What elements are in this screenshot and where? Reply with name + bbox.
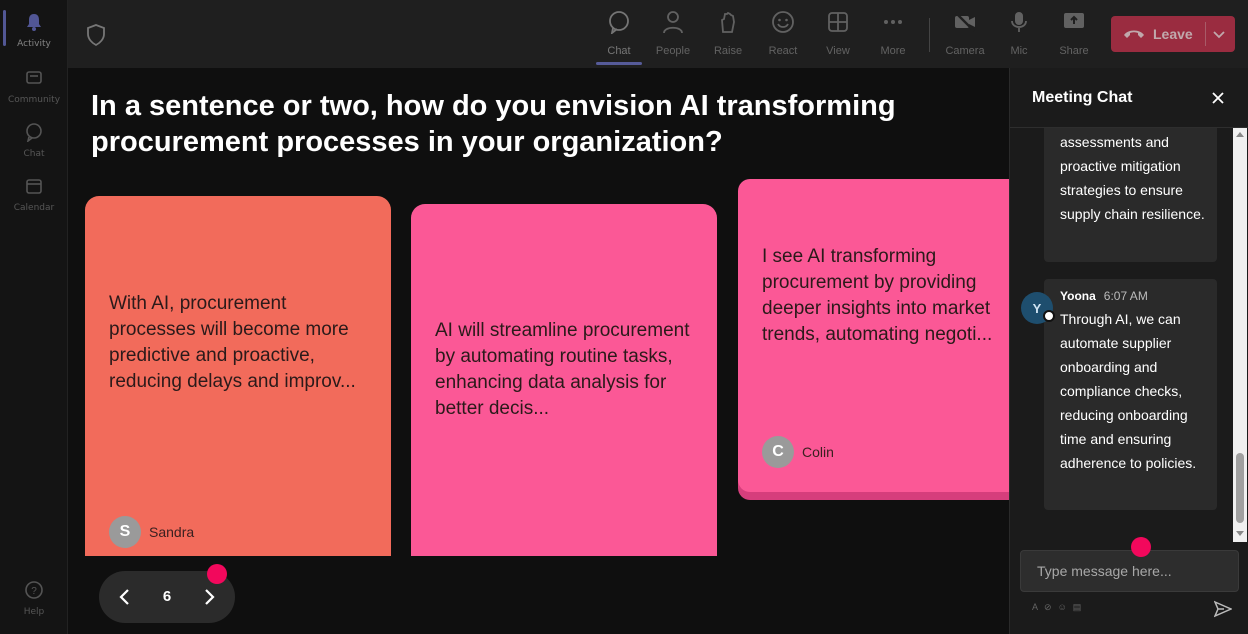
toolbar-label: React	[768, 45, 798, 57]
message-meta: Yoona 6:07 AM	[1060, 289, 1148, 303]
close-icon[interactable]	[1210, 90, 1226, 106]
toolbar-share-button[interactable]: Share	[1049, 10, 1099, 62]
leave-divider	[1205, 22, 1206, 46]
attach-icon[interactable]: ⊘	[1044, 602, 1052, 613]
response-card[interactable]: AI will streamline procurement by automa…	[411, 204, 717, 556]
meeting-chat-panel: Meeting Chat assessments and proactive m…	[1009, 68, 1248, 634]
presentation-stage: In a sentence or two, how do you envisio…	[68, 68, 1009, 634]
camera-off-icon	[955, 12, 975, 32]
rail-item-label: Community	[7, 95, 61, 105]
microphone-icon	[1011, 12, 1027, 32]
highlight-dot	[207, 564, 227, 584]
highlight-dot	[1131, 537, 1151, 557]
svg-text:?: ?	[31, 586, 37, 597]
avatar: S	[109, 516, 141, 548]
toolbar-label: View	[826, 45, 850, 57]
toolbar-react-button[interactable]: React	[758, 10, 808, 62]
toolbar-label: Raise	[713, 45, 743, 57]
chat-icon	[26, 123, 42, 143]
response-author: C Colin	[762, 436, 834, 468]
active-tab-indicator	[596, 62, 642, 65]
response-text: I see AI transforming procurement by pro…	[762, 246, 993, 345]
chat-message-list[interactable]: assessments and proactive mitigation str…	[1010, 128, 1248, 542]
format-icon[interactable]: A	[1032, 602, 1038, 613]
formatting-toolbar: A ⊘ ☺ ▤	[1032, 602, 1081, 613]
toolbar-label: More	[880, 45, 906, 57]
scroll-up-arrow-icon[interactable]	[1236, 132, 1244, 137]
message-text: assessments and proactive mitigation str…	[1060, 134, 1205, 222]
help-icon: ?	[25, 581, 43, 599]
question-title: In a sentence or two, how do you envisio…	[91, 90, 896, 158]
message-author: Yoona	[1060, 289, 1096, 303]
chat-scrollbar[interactable]	[1233, 128, 1247, 542]
toolbar-chat-button[interactable]: Chat	[594, 10, 644, 62]
shield-icon[interactable]	[86, 24, 106, 46]
rail-item-community[interactable]: Community	[0, 68, 68, 105]
raise-hand-icon	[721, 11, 735, 33]
calendar-icon	[26, 179, 42, 194]
toolbar-camera-button[interactable]: Camera	[940, 10, 990, 62]
meeting-toolbar: Chat People Raise React View More Camera…	[68, 0, 1248, 68]
scroll-down-arrow-icon[interactable]	[1236, 531, 1244, 536]
chat-icon	[609, 11, 629, 36]
toolbar-label: Camera	[945, 45, 985, 57]
chat-title: Meeting Chat	[1032, 89, 1133, 106]
chat-message-input[interactable]	[1020, 550, 1239, 592]
toolbar-view-button[interactable]: View	[813, 10, 863, 62]
response-text: With AI, procurement processes will beco…	[109, 293, 356, 392]
smiley-icon	[772, 11, 794, 33]
leave-button[interactable]: Leave	[1111, 16, 1235, 52]
toolbar-people-button[interactable]: People	[648, 10, 698, 62]
scrollbar-thumb[interactable]	[1236, 453, 1244, 523]
grid-view-icon	[828, 12, 848, 32]
toolbar-divider	[929, 18, 930, 52]
toolbar-raise-button[interactable]: Raise	[703, 10, 753, 62]
leave-label: Leave	[1153, 26, 1193, 42]
send-icon[interactable]	[1214, 600, 1232, 618]
emoji-icon[interactable]: ☺	[1058, 602, 1067, 613]
toolbar-label: Share	[1059, 45, 1089, 57]
response-author: S Sandra	[109, 516, 194, 548]
presence-status-dot	[1043, 310, 1055, 322]
bell-icon	[27, 14, 41, 31]
avatar: C	[762, 436, 794, 468]
rail-item-activity[interactable]: Activity	[0, 12, 68, 49]
app-rail: Activity Community Chat Calendar ? Help	[0, 0, 68, 634]
response-card[interactable]: I see AI transforming procurement by pro…	[738, 179, 1009, 492]
author-name: Colin	[802, 444, 834, 460]
page-number: 6	[162, 588, 172, 605]
chevron-left-icon[interactable]	[115, 587, 135, 607]
rail-item-help[interactable]: ? Help	[0, 580, 68, 617]
rail-item-calendar[interactable]: Calendar	[0, 176, 68, 213]
community-icon	[26, 71, 42, 84]
toolbar-label: People	[655, 45, 691, 57]
author-name: Sandra	[149, 524, 195, 540]
rail-item-label: Help	[23, 607, 45, 617]
response-text: AI will streamline procurement by automa…	[435, 320, 690, 419]
rail-item-label: Calendar	[13, 203, 55, 213]
toolbar-label: Mic	[1010, 45, 1028, 57]
response-card[interactable]: With AI, procurement processes will beco…	[85, 196, 391, 556]
chevron-right-icon[interactable]	[199, 587, 219, 607]
toolbar-label: Chat	[607, 45, 631, 57]
gif-icon[interactable]: ▤	[1073, 602, 1082, 613]
chevron-down-icon[interactable]	[1212, 27, 1226, 41]
toolbar-mic-button[interactable]: Mic	[994, 10, 1044, 62]
chat-message: Yoona 6:07 AM Through AI, we can automate…	[1044, 279, 1217, 510]
chat-header: Meeting Chat	[1010, 68, 1248, 128]
phone-hangup-icon	[1124, 30, 1144, 38]
more-icon	[884, 20, 902, 24]
message-text: Through AI, we can automate supplier onb…	[1060, 311, 1197, 471]
people-icon	[663, 11, 683, 34]
toolbar-more-button[interactable]: More	[868, 10, 918, 62]
share-screen-icon	[1064, 13, 1084, 28]
rail-item-chat[interactable]: Chat	[0, 122, 68, 159]
rail-item-label: Chat	[23, 149, 45, 159]
rail-item-label: Activity	[17, 39, 51, 49]
message-time: 6:07 AM	[1103, 289, 1148, 303]
chat-message: assessments and proactive mitigation str…	[1044, 128, 1217, 262]
